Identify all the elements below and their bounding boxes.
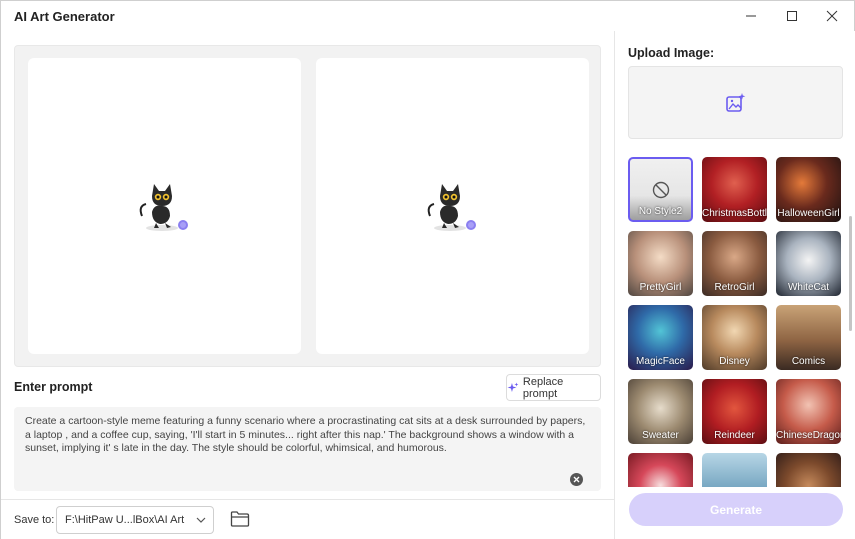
style-tile-retrogirl[interactable]: RetroGirl — [702, 231, 767, 296]
replace-prompt-label: Replace prompt — [522, 375, 564, 400]
minimize-button[interactable] — [731, 1, 771, 31]
style-label: No Style2 — [638, 206, 683, 217]
maximize-button[interactable] — [772, 1, 812, 31]
generate-button[interactable]: Generate — [629, 493, 843, 526]
maximize-icon — [787, 11, 797, 21]
style-tile-prettygirl[interactable]: PrettyGirl — [628, 231, 693, 296]
add-image-icon — [725, 92, 745, 112]
style-label: HalloweenGirl — [777, 208, 840, 219]
style-tile[interactable] — [702, 453, 767, 487]
style-tile-magicface[interactable]: MagicFace — [628, 305, 693, 370]
style-grid: No Style2 ChristmasBottle HalloweenGirl … — [628, 157, 848, 487]
style-tile-whitecat[interactable]: WhiteCat — [776, 231, 841, 296]
style-tile-chinesedragon[interactable]: ChineseDragon — [776, 379, 841, 444]
minimize-icon — [746, 15, 756, 17]
style-label: RetroGirl — [714, 282, 755, 293]
style-tile-halloweengirl[interactable]: HalloweenGirl — [776, 157, 841, 222]
prompt-title: Enter prompt — [14, 380, 93, 394]
cat-mascot-icon — [427, 184, 476, 231]
close-icon — [826, 10, 838, 22]
style-tile-reindeer[interactable]: Reindeer — [702, 379, 767, 444]
no-style-icon — [652, 181, 670, 199]
style-label: Disney — [719, 356, 750, 367]
preview-card[interactable] — [28, 58, 301, 354]
title-bar: AI Art Generator — [1, 1, 854, 31]
sparkle-icon — [507, 382, 519, 392]
save-path-select[interactable]: F:\HitPaw U...lBox\AI Art — [56, 506, 214, 534]
app-title: AI Art Generator — [14, 9, 115, 24]
save-to-label: Save to: — [14, 514, 55, 526]
style-label: PrettyGirl — [639, 282, 682, 293]
style-tile-christmasbottle[interactable]: ChristmasBottle — [702, 157, 767, 222]
prompt-input[interactable]: Create a cartoon-style meme featuring a … — [14, 407, 601, 491]
style-tile-sweater[interactable]: Sweater — [628, 379, 693, 444]
generate-label: Generate — [709, 502, 763, 517]
style-panel: Upload Image: No Style2 ChristmasBottle — [615, 31, 855, 539]
style-tile-comics[interactable]: Comics — [776, 305, 841, 370]
upload-title: Upload Image: — [628, 46, 715, 60]
style-label: MagicFace — [636, 356, 685, 367]
preview-area — [14, 45, 601, 367]
style-label: ChineseDragon — [776, 430, 841, 441]
style-label: WhiteCat — [787, 282, 830, 293]
style-grid-scrollbar[interactable] — [849, 216, 852, 331]
save-path-value: F:\HitPaw U...lBox\AI Art — [65, 514, 185, 526]
style-tile[interactable] — [628, 453, 693, 487]
chevron-down-icon — [196, 517, 206, 523]
style-label: Reindeer — [714, 430, 755, 441]
folder-icon[interactable] — [230, 510, 250, 528]
close-button[interactable] — [812, 1, 852, 31]
upload-image-dropzone[interactable] — [628, 66, 843, 139]
cat-mascot-icon — [139, 184, 188, 231]
style-label: ChristmasBottle — [702, 208, 767, 219]
divider — [1, 499, 614, 500]
style-tile-disney[interactable]: Disney — [702, 305, 767, 370]
replace-prompt-button[interactable]: Replace prompt — [506, 374, 601, 401]
style-tile[interactable] — [776, 453, 841, 487]
preview-card[interactable] — [316, 58, 589, 354]
workspace-panel: Enter prompt Replace prompt Create a car… — [1, 31, 614, 539]
style-label: Sweater — [642, 430, 679, 441]
clear-prompt-icon[interactable] — [570, 473, 583, 486]
style-label: Comics — [791, 356, 826, 367]
prompt-text[interactable]: Create a cartoon-style meme featuring a … — [25, 415, 585, 454]
app-window: AI Art Generator Enter prompt Replace pr… — [0, 0, 855, 539]
style-tile-no-style2[interactable]: No Style2 — [628, 157, 693, 222]
